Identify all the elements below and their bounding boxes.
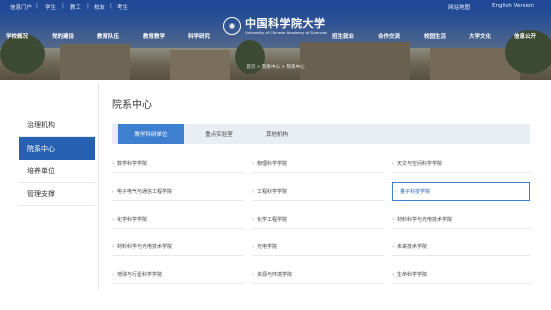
list-item[interactable]: › 生命科学学院	[392, 266, 530, 284]
topbar-link-staff[interactable]: 教工	[70, 3, 81, 11]
topbar-link-alumni[interactable]: 校友	[94, 3, 105, 11]
nav-item[interactable]: 合作交流	[378, 32, 400, 40]
list-item[interactable]: › 化学科学学院	[112, 211, 244, 229]
list-item[interactable]: › 未来技术学院	[392, 238, 530, 256]
topbar-link-english[interactable]: English Version	[492, 3, 534, 9]
list-item[interactable]: › 化学工程学院	[252, 211, 384, 229]
separator: |	[62, 3, 64, 9]
list-item[interactable]: › 数学科学学院	[112, 155, 244, 173]
chevron-right-icon: ›	[112, 160, 114, 167]
chevron-right-icon: ›	[395, 188, 397, 195]
nav-item[interactable]: 科学研究	[188, 32, 210, 40]
top-bar: 信息门户 | 学生 | 教工 | 校友 | 考生 网站地图 English Ve…	[0, 0, 551, 14]
tab-other-institutions[interactable]: 其他机构	[254, 124, 300, 144]
list-item[interactable]: › 电子电气与通信工程学院	[112, 183, 244, 201]
nav-item[interactable]: 信息公开	[514, 32, 536, 40]
sidebar: 治理机构 院系中心 培养单位 管理支撑	[19, 114, 95, 206]
nav-item[interactable]: 学校概况	[6, 32, 28, 40]
chevron-right-icon: ›	[392, 271, 394, 278]
chevron-right-icon: ›	[392, 160, 394, 167]
list-item[interactable]: › 天文与空间科学学院	[392, 155, 530, 173]
nav-item[interactable]: 招生就业	[332, 32, 354, 40]
nav-item[interactable]: 党的建设	[52, 32, 74, 40]
divider	[98, 84, 99, 290]
sidebar-item-governance[interactable]: 治理机构	[19, 114, 95, 137]
page-title: 院系中心	[112, 100, 152, 111]
list-item-highlighted[interactable]: › 量子科技学院	[392, 182, 530, 201]
chevron-right-icon: ›	[392, 216, 394, 223]
topbar-link-student[interactable]: 学生	[45, 3, 56, 11]
list-item[interactable]: › 工程科学学院	[252, 183, 384, 201]
chevron-right-icon: ›	[112, 243, 114, 250]
logo-chinese-name: 中国科学院大学	[245, 16, 326, 30]
list-item[interactable]: › 物理科学学院	[252, 155, 384, 173]
topbar-link-applicant[interactable]: 考生	[117, 3, 128, 11]
tab-key-laboratories[interactable]: 重点实验室	[184, 124, 254, 144]
chevron-right-icon: ›	[112, 216, 114, 223]
chevron-right-icon: ›	[252, 243, 254, 250]
chevron-right-icon: ›	[252, 160, 254, 167]
list-item[interactable]: › 材料科学与光电技术学院	[392, 211, 530, 229]
campus-building	[300, 42, 410, 80]
nav-item[interactable]: 大学文化	[469, 32, 491, 40]
sidebar-item-training-units[interactable]: 培养单位	[19, 160, 95, 183]
chevron-right-icon: ›	[252, 188, 254, 195]
seal-icon: ✺	[223, 17, 241, 35]
list-item[interactable]: › 光电学院	[252, 238, 384, 256]
tab-teaching-research-units[interactable]: 教学科研单位	[118, 124, 184, 144]
topbar-link-sitemap[interactable]: 网站地图	[448, 3, 470, 11]
list-item[interactable]: › 地球与行星科学学院	[112, 266, 244, 284]
chevron-right-icon: ›	[252, 271, 254, 278]
logo-english-name: University of Chinese Academy of Science…	[245, 29, 328, 35]
chevron-right-icon: ›	[252, 216, 254, 223]
sidebar-item-departments[interactable]: 院系中心	[19, 137, 95, 160]
separator: |	[36, 3, 38, 9]
list-item[interactable]: › 资源与环境学院	[252, 266, 384, 284]
sidebar-item-management[interactable]: 管理支撑	[19, 183, 95, 206]
separator: |	[87, 3, 89, 9]
tab-bar: 教学科研单位 重点实验室 其他机构	[112, 124, 530, 144]
header-banner: 信息门户 | 学生 | 教工 | 校友 | 考生 网站地图 English Ve…	[0, 0, 551, 80]
breadcrumb: 首页 > 院系中心 > 院系中心	[246, 65, 305, 70]
topbar-link-portal[interactable]: 信息门户	[10, 3, 32, 11]
nav-item[interactable]: 校园生活	[424, 32, 446, 40]
chevron-right-icon: ›	[112, 188, 114, 195]
chevron-right-icon: ›	[392, 243, 394, 250]
nav-item[interactable]: 教育队伍	[97, 32, 119, 40]
nav-item[interactable]: 教育教学	[143, 32, 165, 40]
separator: |	[110, 3, 112, 9]
campus-building	[60, 44, 130, 80]
list-item[interactable]: › 材料科学与光电技术学院	[112, 238, 244, 256]
chevron-right-icon: ›	[112, 271, 114, 278]
university-logo[interactable]: ✺ 中国科学院大学 University of Chinese Academy …	[223, 14, 329, 38]
